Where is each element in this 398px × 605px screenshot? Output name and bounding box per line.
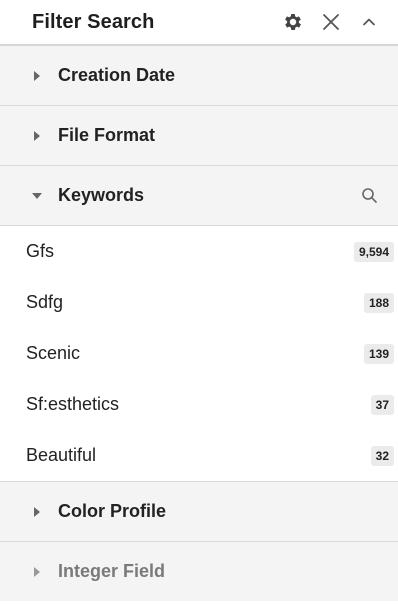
section-label: Integer Field <box>58 561 166 581</box>
caret-right-icon <box>32 70 42 81</box>
caret-right-icon <box>32 506 42 517</box>
chevron-up-icon[interactable] <box>358 11 380 33</box>
header-actions <box>282 11 380 33</box>
section-keywords[interactable]: Keywords <box>0 165 398 225</box>
section-integer-field[interactable]: Integer Field <box>0 541 398 601</box>
count-badge: 37 <box>370 394 394 415</box>
filter-search-panel: Filter Search Creation Date File Format … <box>0 0 398 605</box>
panel-header: Filter Search <box>0 0 398 44</box>
filter-sections: Creation Date File Format Keywords <box>0 45 398 225</box>
count-badge: 32 <box>370 445 394 466</box>
section-label: Keywords <box>58 185 145 205</box>
list-item[interactable]: Sf:esthetics 37 <box>0 379 398 430</box>
keyword-label: Beautiful <box>26 445 97 465</box>
count-badge: 139 <box>363 343 394 364</box>
section-color-profile[interactable]: Color Profile <box>0 481 398 541</box>
section-label: Creation Date <box>58 65 176 85</box>
section-label: File Format <box>58 125 156 145</box>
keyword-label: Sf:esthetics <box>26 394 120 414</box>
count-badge: 188 <box>363 292 394 313</box>
section-label: Color Profile <box>58 501 167 521</box>
list-item[interactable]: Gfs 9,594 <box>0 226 398 277</box>
list-item[interactable]: Sdfg 188 <box>0 277 398 328</box>
gear-icon[interactable] <box>282 11 304 33</box>
list-item[interactable]: Scenic 139 <box>0 328 398 379</box>
panel-title: Filter Search <box>32 10 155 33</box>
close-icon[interactable] <box>320 11 342 33</box>
keyword-label: Gfs <box>26 241 55 261</box>
keyword-label: Sdfg <box>26 292 64 312</box>
count-badge: 9,594 <box>353 241 394 262</box>
search-icon[interactable] <box>358 185 380 207</box>
filter-sections-lower: Color Profile Integer Field <box>0 481 398 601</box>
caret-right-icon <box>32 566 42 577</box>
keyword-label: Scenic <box>26 343 81 363</box>
caret-right-icon <box>32 130 42 141</box>
caret-down-icon <box>32 191 42 201</box>
section-file-format[interactable]: File Format <box>0 105 398 165</box>
list-item[interactable]: Beautiful 32 <box>0 430 398 481</box>
keyword-list: Gfs 9,594 Sdfg 188 Scenic 139 Sf:estheti… <box>0 225 398 481</box>
section-creation-date[interactable]: Creation Date <box>0 45 398 105</box>
